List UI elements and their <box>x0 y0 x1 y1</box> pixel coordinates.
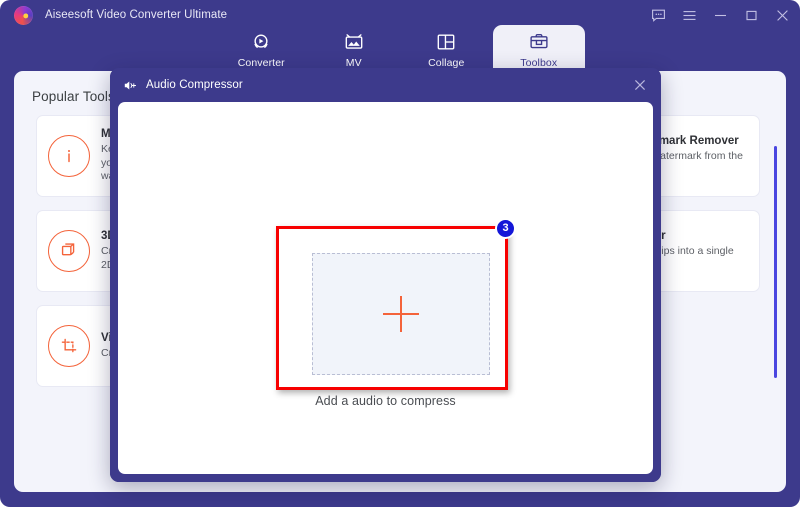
aiseesoft-logo-icon <box>14 5 33 25</box>
collage-icon <box>435 30 457 54</box>
tab-mv[interactable]: MV <box>308 25 401 73</box>
minimize-icon[interactable] <box>713 8 728 23</box>
step-badge: 3 <box>495 218 516 239</box>
tab-collage[interactable]: Collage <box>400 25 493 73</box>
add-audio-dropzone[interactable] <box>312 253 490 375</box>
window-controls <box>651 0 790 30</box>
mv-icon <box>343 30 365 54</box>
toolbox-icon <box>528 30 550 54</box>
close-icon[interactable] <box>632 77 648 93</box>
modal-header: Audio Compressor <box>110 68 661 102</box>
app-title: Aiseesoft Video Converter Ultimate <box>45 9 228 21</box>
dropzone-caption: Add a audio to compress <box>315 394 456 408</box>
modal-body: 3 Add a audio to compress <box>118 102 653 474</box>
3d-maker-icon <box>48 230 90 272</box>
nav-tabs: Converter MV Collage Toolbox <box>215 25 585 73</box>
menu-icon[interactable] <box>682 8 697 23</box>
close-icon[interactable] <box>775 8 790 23</box>
page-title: Popular Tools <box>32 89 115 104</box>
audio-compressor-modal: Audio Compressor 3 Add a audio to compre… <box>110 68 661 482</box>
highlight-annotation-box: 3 <box>276 218 516 390</box>
maximize-icon[interactable] <box>744 8 759 23</box>
video-crop-icon <box>48 325 90 367</box>
panel-scrollbar[interactable] <box>774 146 777 378</box>
info-circle-icon <box>48 135 90 177</box>
tab-toolbox[interactable]: Toolbox <box>492 25 585 73</box>
plus-icon <box>383 296 419 332</box>
tab-converter[interactable]: Converter <box>215 25 308 73</box>
speaker-add-icon <box>123 78 138 93</box>
converter-icon <box>250 30 272 54</box>
feedback-icon[interactable] <box>651 8 666 23</box>
app-window: Aiseesoft Video Converter Ultimate Conve… <box>0 0 800 507</box>
modal-title: Audio Compressor <box>146 79 243 91</box>
